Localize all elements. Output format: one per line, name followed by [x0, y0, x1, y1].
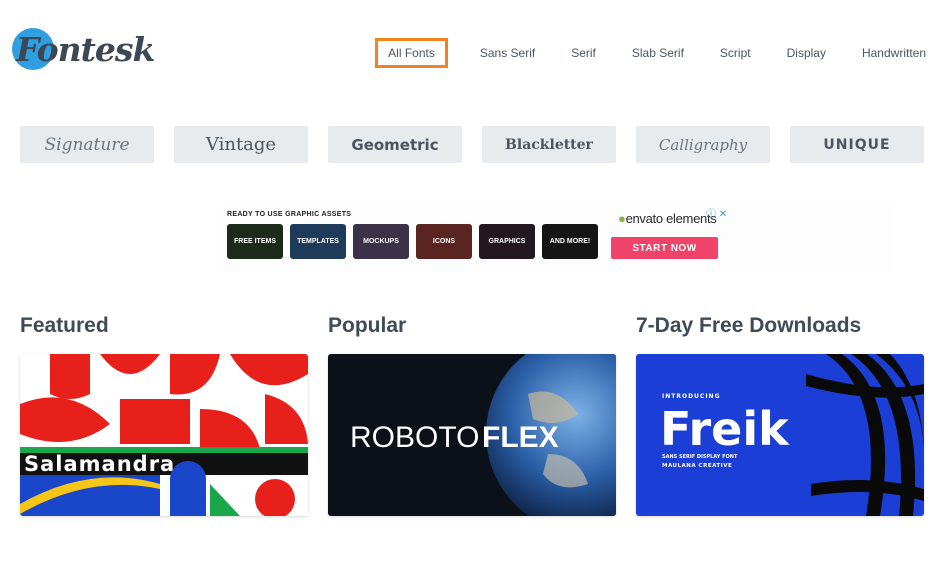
popular-card-text-bold: FLEX [482, 421, 559, 454]
main-nav: All Fonts Sans Serif Serif Slab Serif Sc… [375, 38, 926, 68]
ad-tile-icons[interactable]: ICONS [416, 224, 472, 259]
free-download-card-art: INTRODUCING Freik SANS SERIF DISPLAY FON… [636, 354, 924, 516]
ad-tile-and-more[interactable]: AND MORE! [542, 224, 598, 259]
nav-sans-serif[interactable]: Sans Serif [462, 38, 553, 68]
popular-card-text-light: ROBOTO [350, 421, 479, 454]
section-popular: Popular ROBOTO FLEX [328, 314, 616, 516]
ad-tile-templates[interactable]: TEMPLATES [290, 224, 346, 259]
envato-ad-banner[interactable]: READY TO USE GRAPHIC ASSETS FREE ITEMS T… [222, 204, 892, 272]
category-blackletter[interactable]: Blackletter [482, 126, 616, 163]
featured-card-text: Salamandra [24, 452, 175, 476]
logo-text: Fontesk [16, 30, 155, 69]
ad-close-icon[interactable]: ⓘ ✕ [706, 205, 727, 220]
category-signature[interactable]: Signature [20, 126, 154, 163]
section-free-downloads: 7-Day Free Downloads INTRODUCING Freik S… [636, 314, 924, 516]
section-title-free-downloads: 7-Day Free Downloads [636, 314, 862, 337]
envato-brand: ●envato elements [618, 211, 717, 226]
free-card-sub1: SANS SERIF DISPLAY FONT [662, 454, 738, 460]
ad-tiles: FREE ITEMS TEMPLATES MOCKUPS ICONS GRAPH… [227, 224, 605, 259]
nav-all-fonts[interactable]: All Fonts [375, 38, 448, 68]
free-card-kicker: INTRODUCING [662, 393, 721, 400]
free-download-card[interactable]: INTRODUCING Freik SANS SERIF DISPLAY FON… [636, 354, 924, 516]
envato-leaf-icon: ● [618, 211, 626, 226]
popular-card[interactable]: ROBOTO FLEX [328, 354, 616, 516]
nav-slab-serif[interactable]: Slab Serif [614, 38, 702, 68]
ad-tile-graphics[interactable]: GRAPHICS [479, 224, 535, 259]
nav-script[interactable]: Script [702, 38, 769, 68]
free-card-sub2: MAULANA CREATIVE [662, 463, 732, 469]
envato-brand-text: envato elements [625, 211, 717, 226]
start-now-button[interactable]: START NOW [611, 237, 718, 259]
featured-card-art: Salamandra [20, 354, 308, 516]
section-title-popular: Popular [328, 314, 407, 337]
site-logo[interactable]: Fontesk [12, 26, 157, 74]
ad-tagline: READY TO USE GRAPHIC ASSETS [227, 211, 352, 218]
section-featured: Featured Salamandra [20, 314, 308, 516]
category-geometric[interactable]: Geometric [328, 126, 462, 163]
free-card-text: Freik [660, 402, 790, 456]
nav-display[interactable]: Display [769, 38, 844, 68]
category-calligraphy[interactable]: Calligraphy [636, 126, 770, 163]
category-vintage[interactable]: Vintage [174, 126, 308, 163]
nav-serif[interactable]: Serif [553, 38, 614, 68]
category-unique[interactable]: UNIQUE [790, 126, 924, 163]
section-title-featured: Featured [20, 314, 109, 337]
category-tiles: Signature Vintage Geometric Blackletter … [20, 126, 924, 163]
nav-handwritten[interactable]: Handwritten [844, 38, 926, 68]
ad-tile-mockups[interactable]: MOCKUPS [353, 224, 409, 259]
featured-card[interactable]: Salamandra [20, 354, 308, 516]
popular-card-art: ROBOTO FLEX [328, 354, 616, 516]
ad-tile-free-items[interactable]: FREE ITEMS [227, 224, 283, 259]
